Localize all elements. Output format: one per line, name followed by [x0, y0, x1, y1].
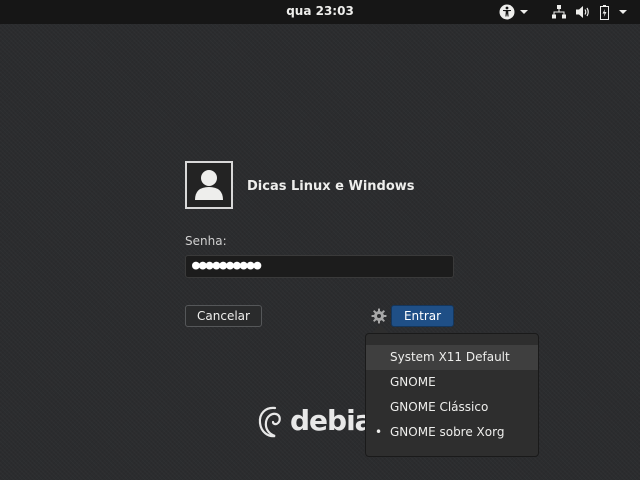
session-menu: System X11 Default GNOME GNOME Clássico …: [365, 333, 539, 457]
session-item-label: System X11 Default: [390, 350, 510, 364]
top-bar: qua 23:03: [0, 0, 640, 24]
session-item-label: GNOME: [390, 375, 436, 389]
chevron-down-icon[interactable]: [619, 3, 627, 21]
gear-icon[interactable]: [371, 308, 387, 324]
cancel-button[interactable]: Cancelar: [185, 305, 262, 327]
battery-icon[interactable]: [600, 3, 609, 21]
selected-marker: •: [375, 425, 383, 439]
session-item-label: GNOME Clássico: [390, 400, 489, 414]
chevron-down-icon[interactable]: [520, 3, 528, 21]
session-item-gnome-classico[interactable]: GNOME Clássico: [366, 395, 538, 420]
session-item-system-x11-default[interactable]: System X11 Default: [366, 345, 538, 370]
user-icon: [195, 170, 223, 200]
username-label: Dicas Linux e Windows: [247, 179, 415, 194]
password-field[interactable]: ●●●●●●●●●●: [185, 255, 454, 278]
debian-logo: [255, 402, 289, 442]
session-item-label: GNOME sobre Xorg: [390, 425, 505, 439]
clock[interactable]: qua 23:03: [0, 4, 640, 18]
login-button[interactable]: Entrar: [391, 305, 454, 327]
accessibility-icon[interactable]: [499, 3, 515, 21]
password-label: Senha:: [185, 234, 227, 248]
avatar: [185, 161, 233, 209]
session-item-gnome-sobre-xorg[interactable]: • GNOME sobre Xorg: [366, 420, 538, 445]
session-menu-arrow: [372, 325, 388, 333]
volume-icon[interactable]: [576, 3, 591, 21]
session-item-gnome[interactable]: GNOME: [366, 370, 538, 395]
debian-swirl-icon: [258, 406, 281, 438]
network-icon[interactable]: [552, 3, 566, 21]
